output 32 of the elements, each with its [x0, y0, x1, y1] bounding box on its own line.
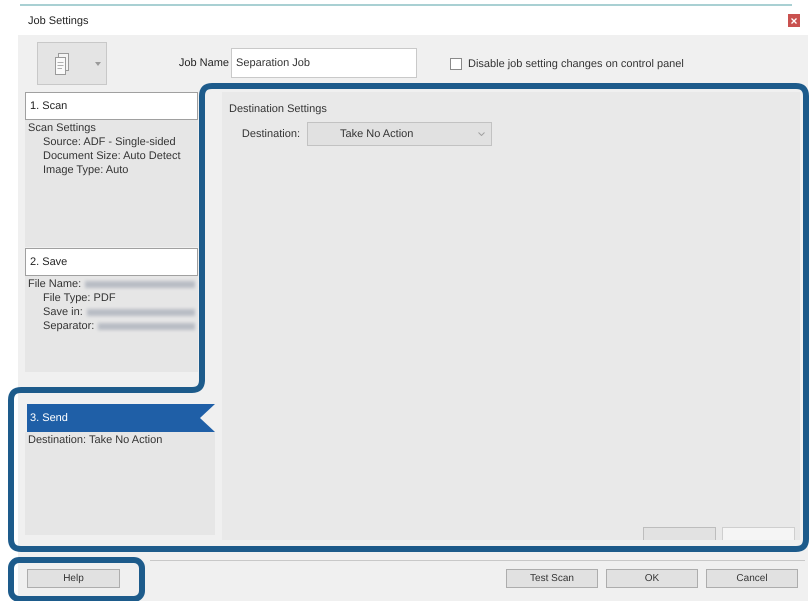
dialog-button[interactable]: OK — [606, 569, 698, 588]
field-label: Destination: — [240, 127, 300, 141]
cut-off-button[interactable] — [643, 527, 716, 540]
summary-line: File Type: PDF — [43, 291, 116, 305]
help-button[interactable]: Help — [27, 569, 120, 588]
documents-icon — [55, 52, 69, 74]
caret-icon — [95, 62, 101, 66]
close-button[interactable] — [788, 14, 800, 27]
job-name-field[interactable]: Separation Job — [231, 48, 417, 78]
summary-line: Scan Settings — [28, 121, 96, 135]
checkbox[interactable] — [450, 58, 462, 70]
dialog-button[interactable]: Test Scan — [506, 569, 598, 588]
checkbox-label: Disable job setting changes on control panel — [468, 57, 684, 71]
summary-line: Destination: Take No Action — [28, 433, 162, 447]
summary-line: Save in: — [43, 305, 83, 319]
destination-dropdown[interactable]: Take No Action — [307, 122, 492, 146]
step-tab[interactable]: 3. Send — [27, 404, 215, 432]
field-label: Job Name — [178, 56, 230, 70]
summary-line: Separator: — [43, 319, 94, 333]
window-title: Job Settings — [28, 14, 89, 28]
summary-line: Image Type: Auto — [43, 163, 128, 177]
caret-icon — [478, 132, 485, 136]
document-menu-button[interactable] — [37, 42, 107, 85]
close-icon — [791, 18, 797, 24]
step-tab[interactable]: 2. Save — [25, 248, 198, 276]
cut-off-button[interactable] — [722, 527, 795, 540]
summary-line: File Name: — [28, 277, 82, 291]
dialog-button[interactable]: Cancel — [706, 569, 798, 588]
section-title: Destination Settings — [229, 102, 328, 116]
summary-line: Source: ADF - Single-sided — [43, 135, 176, 149]
summary-line: Document Size: Auto Detect — [43, 149, 181, 163]
step-tab[interactable]: 1. Scan — [25, 92, 198, 120]
